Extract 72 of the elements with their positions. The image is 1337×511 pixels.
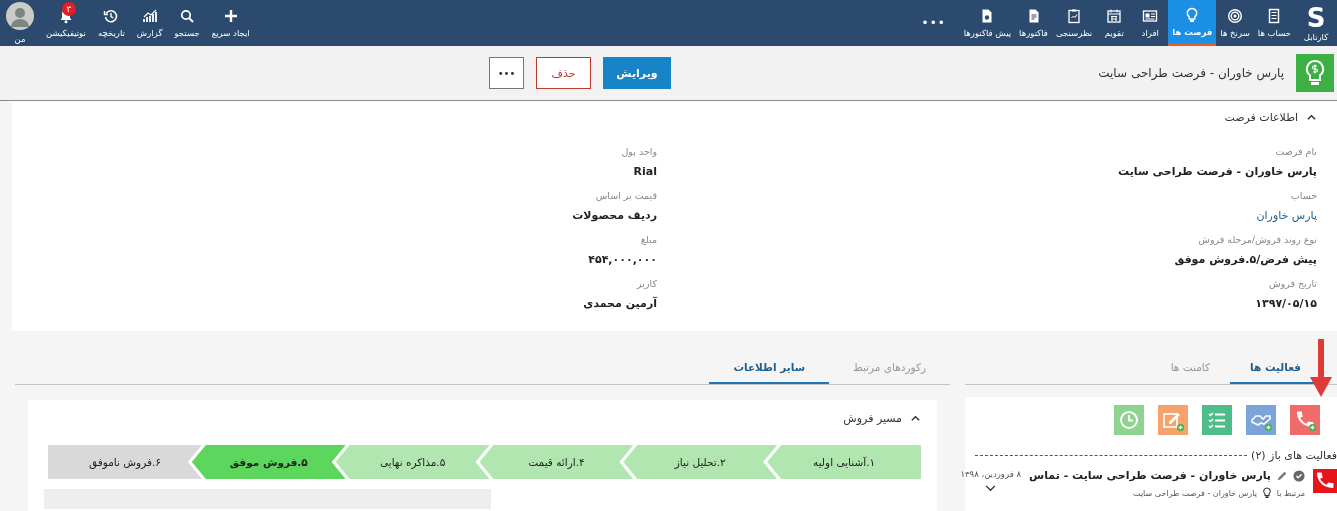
field-label: نوع روند فروش/مرحله فروش (1198, 234, 1317, 245)
check-circle-icon[interactable] (1293, 469, 1305, 482)
toolbar-button[interactable]: من (0, 0, 40, 46)
quick-action-button[interactable] (1202, 405, 1232, 435)
record-title: پارس خاوران - فرصت طراحی سایت (1098, 66, 1284, 80)
field-label: نام فرصت (1275, 146, 1317, 157)
more-button[interactable]: ••• (907, 0, 960, 46)
field-label: واحد پول (621, 146, 657, 157)
nav-tab[interactable]: نظرسنجی (1051, 0, 1097, 46)
field-value: Rial (633, 165, 657, 178)
field-value: پارس خاوران - فرصت طراحی سایت (1118, 165, 1317, 178)
quick-action-button[interactable] (1114, 405, 1144, 435)
related-label: مرتبط با (1276, 488, 1305, 498)
delete-button[interactable]: حذف (536, 57, 591, 89)
nav-tab[interactable]: تقویم (1096, 0, 1133, 46)
stage-step[interactable]: ۶.فروش ناموفق (48, 445, 202, 479)
lightbulb-icon (1261, 487, 1272, 499)
clock-icon (1117, 408, 1141, 432)
nav-tab[interactable]: فاکتورها (1015, 0, 1052, 46)
chevron-down-icon[interactable] (985, 485, 997, 492)
stage-step[interactable]: ۴.ارائه قیمت (479, 445, 634, 479)
field-value: آرمین محمدی (583, 297, 657, 310)
history-icon (103, 8, 120, 24)
edit-button[interactable]: ویرایش (603, 57, 671, 89)
tab[interactable]: سایر اطلاعات (709, 351, 829, 384)
activity-date: ۸ فروردین، ۱۳۹۸ (960, 469, 1021, 479)
lightbulb-icon (1296, 54, 1334, 92)
activity-title[interactable]: پارس خاوران - فرصت طراحی سایت - تماس (1029, 469, 1271, 482)
toolbar-button[interactable]: ۳ نوتیفیکیشن (40, 0, 92, 46)
target-icon (1227, 8, 1244, 24)
toolbar-button[interactable]: تاریخچه (91, 0, 131, 46)
toolbar-button[interactable]: گزارش (130, 0, 169, 46)
field-label: مبلغ (640, 234, 657, 245)
stage-step[interactable]: ۲.تحلیل نیاز (623, 445, 778, 479)
quick-action-button[interactable] (1158, 405, 1188, 435)
stage-step[interactable]: ۱.آشنایی اولیه (767, 445, 921, 479)
clipboard-icon (1066, 8, 1083, 24)
quick-action-button[interactable] (1290, 405, 1320, 435)
nav-tab[interactable]: حساب ها (1253, 0, 1295, 46)
calendar-icon (1106, 8, 1123, 24)
pencil-icon[interactable] (1276, 469, 1288, 482)
chevron-icon (1306, 112, 1317, 123)
account-link[interactable]: پارس خاوران (1256, 209, 1317, 222)
arrow-drawing (1310, 339, 1332, 399)
field-value: ۴۵۴,۰۰۰,۰۰۰ (588, 253, 657, 266)
field-label: تاریخ فروش (1269, 278, 1317, 289)
field-value: ردیف محصولات (572, 209, 657, 222)
nav-tab[interactable]: سرنخ ها (1216, 0, 1254, 46)
stage-step[interactable]: ۵.مذاکره نهایی (335, 445, 490, 479)
more-button[interactable]: ••• (489, 57, 524, 89)
search-icon (179, 8, 196, 24)
notification-badge: ۳ (61, 2, 76, 16)
id-card-icon (1142, 8, 1159, 24)
section-toggle[interactable]: مسیر فروش (843, 412, 921, 425)
toolbar-button[interactable]: جستجو (168, 0, 206, 46)
quick-action-button[interactable] (1246, 405, 1276, 435)
section-toggle[interactable]: اطلاعات فرصت (1224, 111, 1317, 124)
field-label: قیمت بر اساس (595, 190, 657, 201)
chart-icon (141, 8, 158, 24)
field-label: کاربر (637, 278, 657, 289)
open-activities-heading: فعالیت های باز (۲) (1251, 449, 1337, 462)
chevron-icon (910, 413, 921, 424)
avatar (6, 2, 34, 30)
field-value: ۱۳۹۷/۰۵/۱۵ (1255, 297, 1317, 310)
stage-step[interactable]: ۵.فروش موفق (191, 445, 346, 479)
toolbar-button[interactable]: ایجاد سریع (205, 0, 256, 46)
field-value: پیش فرض/۵.فروش موفق (1174, 253, 1317, 266)
nav-tab[interactable]: افراد (1132, 0, 1169, 46)
field-label: حساب (1290, 190, 1317, 201)
plus-icon (222, 8, 239, 24)
related-record: پارس خاوران - فرصت طراحی سایت (1133, 488, 1257, 498)
nav-tab[interactable]: پیش فاکتورها (959, 0, 1016, 46)
